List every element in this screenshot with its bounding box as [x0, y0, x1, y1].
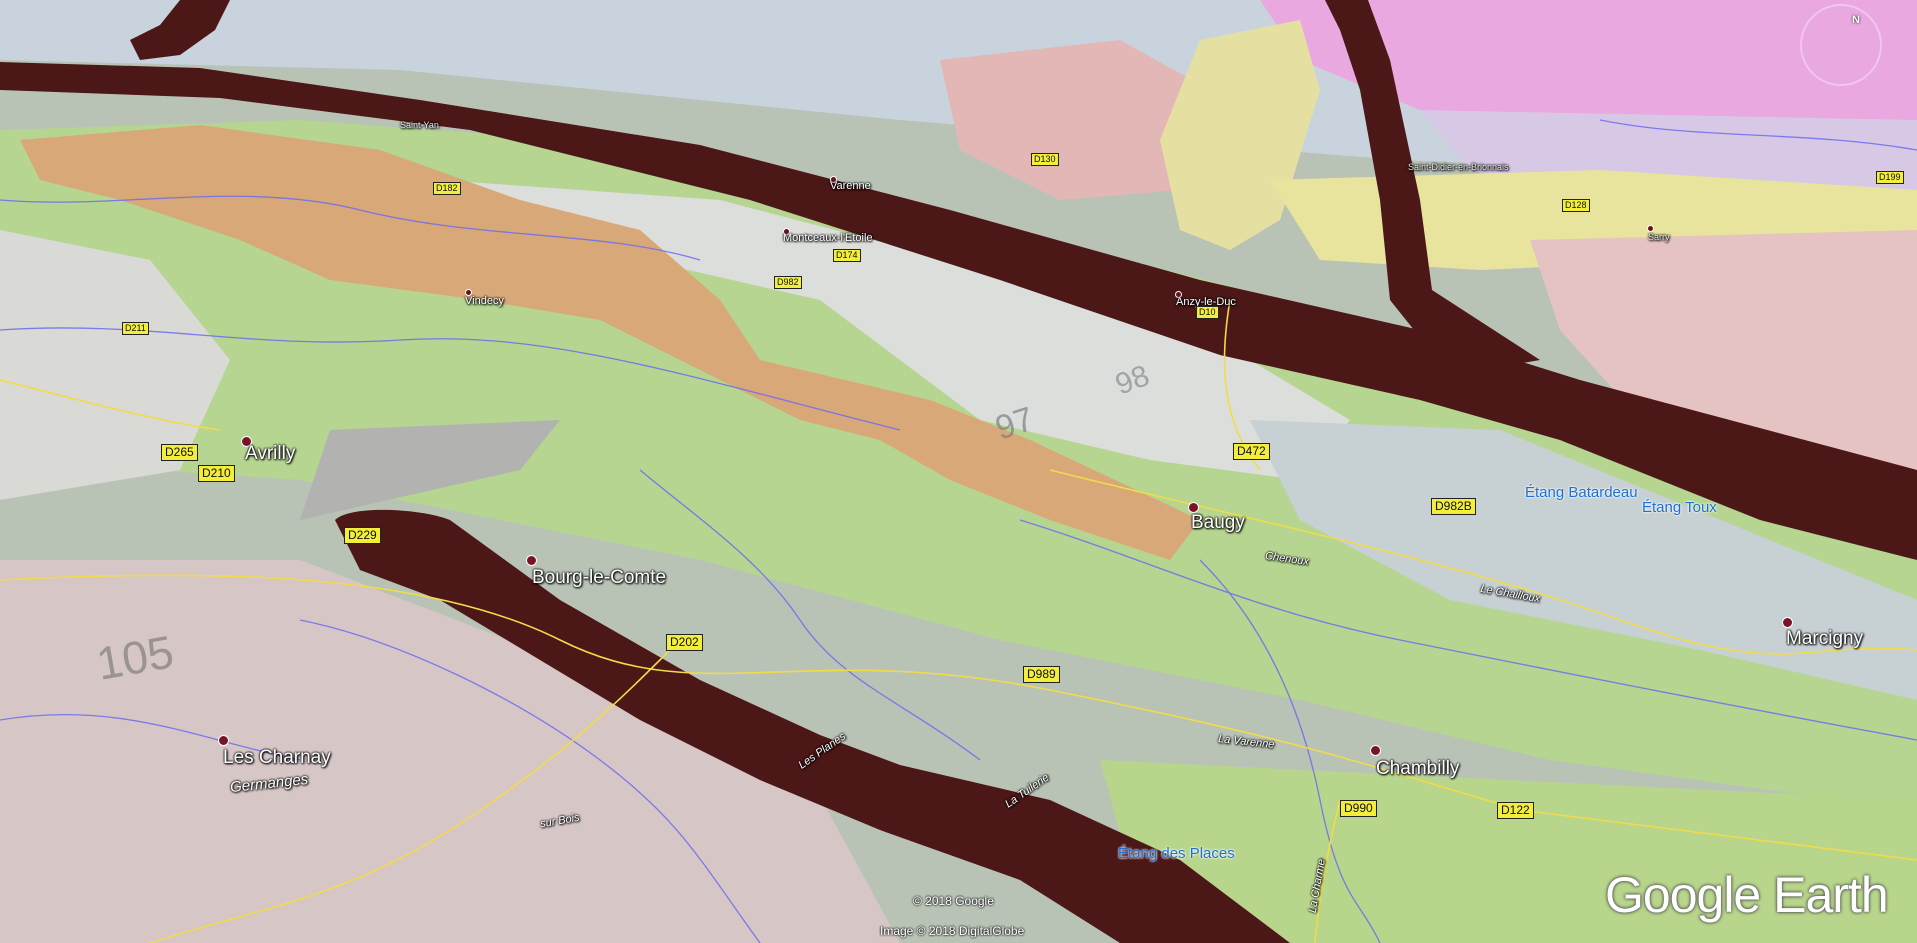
road-shield-d10: D10	[1196, 306, 1219, 319]
road-shield-d202: D202	[666, 634, 703, 651]
place-label-sarry[interactable]: Sarry	[1648, 232, 1670, 242]
compass-north-label: N	[1852, 14, 1860, 26]
place-label-baugy[interactable]: Baugy	[1191, 512, 1245, 534]
place-label-varenne[interactable]: Varenne	[830, 180, 871, 192]
place-label-montceaux-letoile[interactable]: Montceaux-l'Etoile	[783, 232, 873, 244]
road-shield-d174: D174	[833, 249, 861, 262]
road-shield-d211: D211	[122, 322, 149, 335]
place-label-saint-didier[interactable]: Saint-Didier-en-Brionnais	[1408, 162, 1509, 172]
road-shield-d229: D229	[344, 527, 381, 544]
place-label-avrilly[interactable]: Avrilly	[245, 443, 295, 465]
road-shield-d990: D990	[1340, 800, 1377, 817]
map-view[interactable]: 97 98 105 N Avrilly Bourg-le-Comte Les C…	[0, 0, 1917, 943]
place-label-chambilly[interactable]: Chambilly	[1376, 758, 1459, 780]
water-label-etang-toux[interactable]: Étang Toux	[1642, 499, 1717, 516]
road-shield-d128: D128	[1562, 199, 1590, 212]
road-shield-d472: D472	[1233, 443, 1270, 460]
road-shield-d989: D989	[1023, 666, 1060, 683]
place-label-saint-yan[interactable]: Saint-Yan	[400, 120, 439, 130]
water-label-etang-des-places[interactable]: Étang des Places	[1118, 845, 1235, 862]
place-marker[interactable]	[1370, 745, 1381, 756]
road-shield-d982: D982	[774, 276, 802, 289]
water-label-etang-batardeau[interactable]: Étang Batardeau	[1525, 484, 1638, 501]
place-label-vindecy[interactable]: Vindecy	[465, 295, 504, 307]
place-label-les-charnay[interactable]: Les Charnay	[223, 747, 331, 769]
road-shield-d199: D199	[1876, 171, 1904, 184]
road-shield-d130: D130	[1031, 153, 1059, 166]
terrain-layer: 97 98 105	[0, 0, 1917, 943]
place-marker[interactable]	[526, 555, 537, 566]
place-marker[interactable]	[1647, 225, 1654, 232]
place-marker[interactable]	[218, 735, 229, 746]
copyright-text: © 2018 Google	[913, 894, 994, 908]
place-marker[interactable]	[1782, 617, 1793, 628]
compass-icon[interactable]: N	[1800, 4, 1882, 86]
road-shield-d210: D210	[198, 465, 235, 482]
place-label-bourg-le-comte[interactable]: Bourg-le-Comte	[532, 567, 666, 589]
road-shield-d265: D265	[161, 444, 198, 461]
road-shield-d122: D122	[1497, 802, 1534, 819]
road-shield-d982b: D982B	[1431, 498, 1476, 515]
road-shield-d182: D182	[433, 182, 461, 195]
place-label-marcigny[interactable]: Marcigny	[1786, 628, 1863, 650]
imagery-credit-text: Image © 2018 DigitalGlobe	[880, 924, 1025, 938]
google-earth-logo: Google Earth	[1605, 867, 1889, 923]
